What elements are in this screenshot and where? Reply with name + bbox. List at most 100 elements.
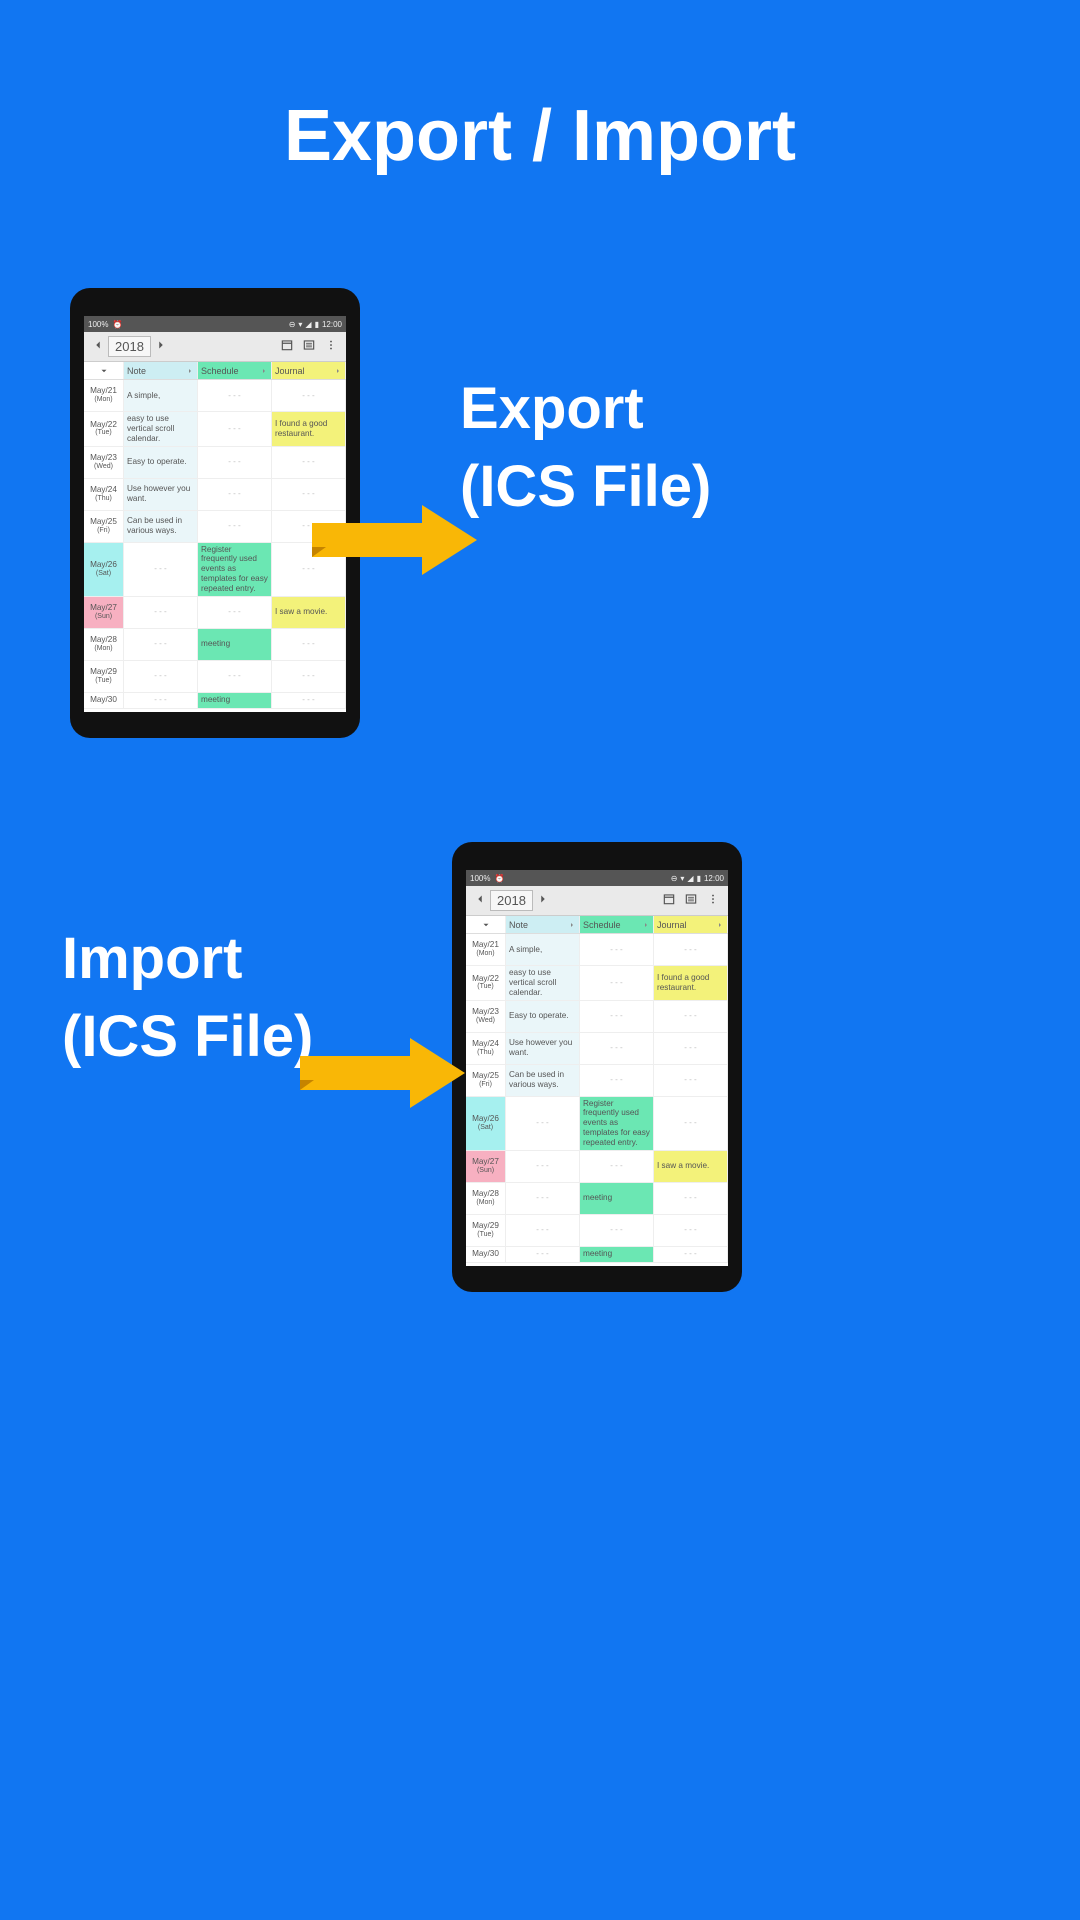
- journal-cell[interactable]: I saw a movie.: [654, 1151, 728, 1182]
- note-column-header[interactable]: Note: [506, 916, 580, 933]
- overflow-menu-icon[interactable]: [320, 338, 342, 355]
- schedule-cell[interactable]: - - -: [198, 380, 272, 411]
- date-cell[interactable]: May/30: [84, 693, 124, 708]
- year-selector[interactable]: 2018: [490, 890, 533, 911]
- journal-cell[interactable]: - - -: [272, 629, 346, 660]
- table-row: May/27(Sun)- - -- - -I saw a movie.: [466, 1151, 728, 1183]
- journal-cell[interactable]: I found a good restaurant.: [654, 966, 728, 1000]
- journal-cell[interactable]: I saw a movie.: [272, 597, 346, 628]
- journal-cell[interactable]: - - -: [654, 1247, 728, 1262]
- note-cell[interactable]: - - -: [124, 629, 198, 660]
- journal-cell[interactable]: - - -: [272, 447, 346, 478]
- date-cell[interactable]: May/23(Wed): [84, 447, 124, 478]
- schedule-cell[interactable]: - - -: [580, 1001, 654, 1032]
- journal-cell[interactable]: - - -: [654, 1065, 728, 1096]
- date-cell[interactable]: May/27(Sun): [84, 597, 124, 628]
- prev-button[interactable]: [470, 892, 490, 909]
- table-row: May/29(Tue)- - -- - -- - -: [466, 1215, 728, 1247]
- schedule-cell[interactable]: - - -: [198, 597, 272, 628]
- schedule-cell[interactable]: meeting: [198, 629, 272, 660]
- date-cell[interactable]: May/28(Mon): [84, 629, 124, 660]
- schedule-cell[interactable]: meeting: [580, 1247, 654, 1262]
- table-row: May/26(Sat)- - -Register frequently used…: [84, 543, 346, 597]
- journal-cell[interactable]: - - -: [654, 1183, 728, 1214]
- collapse-toggle[interactable]: [466, 916, 506, 933]
- note-cell[interactable]: - - -: [124, 543, 198, 596]
- note-cell[interactable]: - - -: [506, 1151, 580, 1182]
- note-column-header[interactable]: Note: [124, 362, 198, 379]
- journal-cell[interactable]: - - -: [654, 1097, 728, 1150]
- overflow-menu-icon[interactable]: [702, 892, 724, 909]
- list-icon[interactable]: [680, 892, 702, 909]
- signal-icon: ◢: [305, 320, 311, 329]
- schedule-column-header[interactable]: Schedule: [198, 362, 272, 379]
- journal-cell[interactable]: I found a good restaurant.: [272, 412, 346, 446]
- schedule-cell[interactable]: - - -: [580, 934, 654, 965]
- date-cell[interactable]: May/23(Wed): [466, 1001, 506, 1032]
- date-cell[interactable]: May/26(Sat): [84, 543, 124, 596]
- date-cell[interactable]: May/30: [466, 1247, 506, 1262]
- journal-cell[interactable]: - - -: [654, 1001, 728, 1032]
- note-cell[interactable]: easy to use vertical scroll calendar.: [124, 412, 198, 446]
- schedule-cell[interactable]: Register frequently used events as templ…: [198, 543, 272, 596]
- date-cell[interactable]: May/28(Mon): [466, 1183, 506, 1214]
- date-cell[interactable]: May/21(Mon): [84, 380, 124, 411]
- date-cell[interactable]: May/24(Thu): [84, 479, 124, 510]
- schedule-cell[interactable]: - - -: [580, 1151, 654, 1182]
- note-cell[interactable]: Can be used in various ways.: [124, 511, 198, 542]
- date-cell[interactable]: May/22(Tue): [84, 412, 124, 446]
- date-cell[interactable]: May/21(Mon): [466, 934, 506, 965]
- schedule-cell[interactable]: - - -: [198, 479, 272, 510]
- journal-cell[interactable]: - - -: [272, 380, 346, 411]
- schedule-cell[interactable]: - - -: [580, 1033, 654, 1064]
- note-cell[interactable]: - - -: [506, 1183, 580, 1214]
- note-cell[interactable]: Can be used in various ways.: [506, 1065, 580, 1096]
- date-cell[interactable]: May/27(Sun): [466, 1151, 506, 1182]
- calendar-icon[interactable]: [276, 338, 298, 355]
- schedule-cell[interactable]: - - -: [198, 511, 272, 542]
- journal-cell[interactable]: - - -: [272, 661, 346, 692]
- note-cell[interactable]: - - -: [124, 661, 198, 692]
- schedule-column-header[interactable]: Schedule: [580, 916, 654, 933]
- note-cell[interactable]: Easy to operate.: [506, 1001, 580, 1032]
- note-cell[interactable]: - - -: [124, 597, 198, 628]
- note-cell[interactable]: Use however you want.: [506, 1033, 580, 1064]
- note-cell[interactable]: - - -: [506, 1097, 580, 1150]
- note-cell[interactable]: - - -: [506, 1215, 580, 1246]
- prev-button[interactable]: [88, 338, 108, 355]
- calendar-icon[interactable]: [658, 892, 680, 909]
- year-selector[interactable]: 2018: [108, 336, 151, 357]
- list-icon[interactable]: [298, 338, 320, 355]
- schedule-cell[interactable]: - - -: [580, 1215, 654, 1246]
- journal-cell[interactable]: - - -: [272, 693, 346, 708]
- schedule-cell[interactable]: meeting: [198, 693, 272, 708]
- date-cell[interactable]: May/25(Fri): [84, 511, 124, 542]
- note-cell[interactable]: easy to use vertical scroll calendar.: [506, 966, 580, 1000]
- date-cell[interactable]: May/29(Tue): [466, 1215, 506, 1246]
- dnd-icon: ⊖: [671, 874, 678, 883]
- note-cell[interactable]: - - -: [124, 693, 198, 708]
- note-cell[interactable]: Use however you want.: [124, 479, 198, 510]
- note-cell[interactable]: - - -: [506, 1247, 580, 1262]
- schedule-cell[interactable]: - - -: [198, 447, 272, 478]
- schedule-cell[interactable]: - - -: [198, 661, 272, 692]
- collapse-toggle[interactable]: [84, 362, 124, 379]
- schedule-cell[interactable]: - - -: [580, 1065, 654, 1096]
- note-cell[interactable]: A simple,: [124, 380, 198, 411]
- schedule-cell[interactable]: meeting: [580, 1183, 654, 1214]
- schedule-cell[interactable]: - - -: [198, 412, 272, 446]
- journal-column-header[interactable]: Journal: [654, 916, 728, 933]
- date-cell[interactable]: May/22(Tue): [466, 966, 506, 1000]
- next-button[interactable]: [151, 338, 171, 355]
- date-cell[interactable]: May/29(Tue): [84, 661, 124, 692]
- schedule-cell[interactable]: - - -: [580, 966, 654, 1000]
- screen: 100% ⏰ ⊖ ▾ ◢ ▮ 12:00 2018: [466, 870, 728, 1266]
- note-cell[interactable]: A simple,: [506, 934, 580, 965]
- journal-cell[interactable]: - - -: [654, 934, 728, 965]
- journal-column-header[interactable]: Journal: [272, 362, 346, 379]
- journal-cell[interactable]: - - -: [654, 1215, 728, 1246]
- next-button[interactable]: [533, 892, 553, 909]
- journal-cell[interactable]: - - -: [654, 1033, 728, 1064]
- schedule-cell[interactable]: Register frequently used events as templ…: [580, 1097, 654, 1150]
- note-cell[interactable]: Easy to operate.: [124, 447, 198, 478]
